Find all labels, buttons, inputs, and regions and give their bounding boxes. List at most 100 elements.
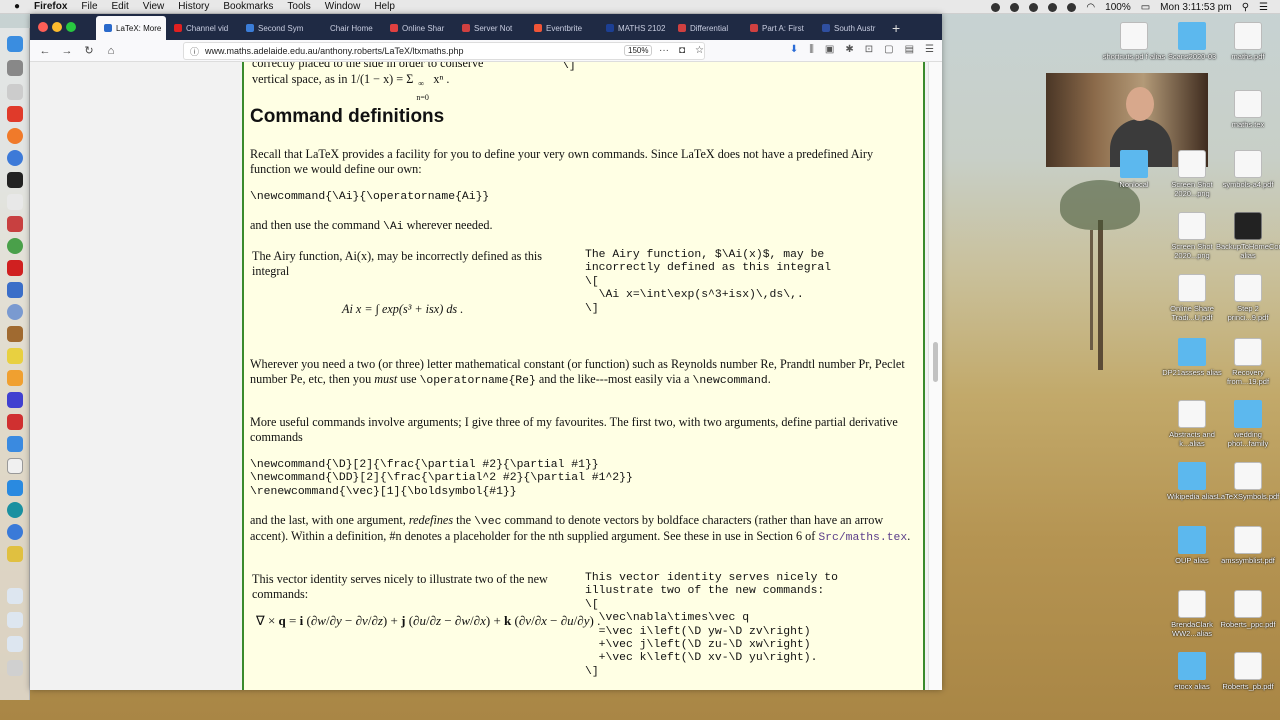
browser-tab[interactable]: Channel vid (166, 16, 238, 40)
tray-app-icon[interactable] (1067, 2, 1077, 12)
apple-icon[interactable]: ● (14, 1, 20, 12)
desktop-file-icon[interactable]: Screen Shot 2020...png (1160, 150, 1224, 198)
browser-tab[interactable]: Chair Home (310, 16, 382, 40)
trash-icon[interactable] (7, 660, 23, 676)
desktop-file-icon[interactable]: OUP alias (1160, 526, 1224, 565)
terminal-dock-icon[interactable] (7, 172, 23, 188)
menu-window[interactable]: Window (325, 1, 361, 12)
browser-tab[interactable]: Second Sym (238, 16, 310, 40)
home-button[interactable]: ⌂ (100, 45, 122, 57)
app-icon[interactable] (7, 392, 23, 408)
desktop-file-icon[interactable]: etocx alias (1160, 652, 1224, 691)
desktop-file-icon[interactable]: Scans2020-03 (1160, 22, 1224, 61)
bookmark-star-icon[interactable]: ☆ (695, 45, 704, 56)
app-icon[interactable] (7, 588, 23, 604)
maths-tex-link[interactable]: Src/maths.tex (818, 532, 907, 544)
extension-icon[interactable]: ✱ (845, 44, 853, 55)
desktop-file-icon[interactable]: maths.pdf (1216, 22, 1280, 61)
app-icon[interactable] (7, 348, 23, 364)
browser-tab[interactable]: Server Not (454, 16, 526, 40)
desktop-file-icon[interactable]: maths.tex (1216, 90, 1280, 129)
desktop-file-icon[interactable]: wedding phot...family (1216, 400, 1280, 448)
control-center-icon[interactable]: ☰ (1259, 2, 1268, 13)
menubar-clock[interactable]: Mon 3:11:53 pm (1160, 2, 1232, 13)
tray-app-icon[interactable] (1010, 2, 1020, 12)
browser-tab[interactable]: Online Shar (382, 16, 454, 40)
wifi-icon[interactable]: ◠ (1086, 2, 1095, 13)
desktop-file-icon[interactable]: LaTeXSymbols.pdf (1216, 462, 1280, 501)
app-icon[interactable] (7, 458, 23, 474)
app-icon[interactable] (7, 326, 23, 342)
page-viewport[interactable]: correctly placed to the side in order to… (30, 62, 942, 690)
browser-tab[interactable]: Differential (670, 16, 742, 40)
finder-icon[interactable] (7, 36, 23, 52)
app-icon[interactable] (7, 260, 23, 276)
desktop-file-icon[interactable]: Wikipedia alias (1160, 462, 1224, 501)
menu-bookmarks[interactable]: Bookmarks (223, 1, 273, 12)
browser-tab[interactable]: LaTeX: More✕ (96, 16, 166, 40)
app-icon[interactable] (7, 106, 23, 122)
menu-help[interactable]: Help (374, 1, 395, 12)
menu-tools[interactable]: Tools (287, 1, 310, 12)
desktop-file-icon[interactable]: Recovery from...19.pdf (1216, 338, 1280, 386)
desktop-file-icon[interactable]: Screen Shot 2020...png (1160, 212, 1224, 260)
desktop-file-icon[interactable]: amssymblist.pdf (1216, 526, 1280, 565)
window-zoom-button[interactable] (66, 22, 76, 32)
skype-dock-icon[interactable] (7, 436, 23, 452)
desktop-file-icon[interactable]: Roberts_pb.pdf (1216, 652, 1280, 691)
menu-edit[interactable]: Edit (112, 1, 129, 12)
app-icon[interactable] (7, 216, 23, 232)
menu-app-firefox[interactable]: Firefox (34, 1, 67, 12)
reload-button[interactable]: ↻ (78, 44, 100, 57)
desktop-file-icon[interactable]: Roberts_ppc.pdf (1216, 590, 1280, 629)
app-icon[interactable] (7, 502, 23, 518)
zoom-dock-icon[interactable] (7, 480, 23, 496)
app-menu-icon[interactable]: ☰ (925, 44, 934, 55)
scrollbar-thumb[interactable] (933, 342, 938, 382)
calendar-dock-icon[interactable] (7, 194, 23, 210)
app-icon[interactable] (7, 414, 23, 430)
url-text[interactable]: www.maths.adelaide.edu.au/anthony.robert… (205, 46, 464, 56)
downloads-icon[interactable]: ⬇ (790, 44, 798, 55)
desktop-file-icon[interactable]: BackupToHomeCommand alias (1216, 212, 1280, 260)
downloads-dock-icon[interactable] (7, 636, 23, 652)
pocket-icon[interactable]: ◘ (679, 45, 685, 56)
extension-icon[interactable]: ▤ (905, 44, 914, 55)
firefox-dock-icon[interactable] (7, 128, 23, 144)
menu-view[interactable]: View (143, 1, 165, 12)
desktop-file-icon[interactable]: Nonlocal (1102, 150, 1166, 189)
browser-tab[interactable]: Eventbrite (526, 16, 598, 40)
tray-app-icon[interactable] (991, 2, 1001, 12)
tray-app-icon[interactable] (1048, 2, 1058, 12)
zoom-level-badge[interactable]: 150% (624, 45, 653, 56)
tex-dock-icon[interactable] (7, 304, 23, 320)
url-bar[interactable]: ⓘ www.maths.adelaide.edu.au/anthony.robe… (183, 42, 705, 60)
window-minimize-button[interactable] (52, 22, 62, 32)
site-info-icon[interactable]: ⓘ (190, 45, 199, 58)
battery-percent[interactable]: 100% (1105, 2, 1131, 13)
chrome-dock-icon[interactable] (7, 150, 23, 166)
browser-tab[interactable]: Part A: First (742, 16, 814, 40)
desktop-file-icon[interactable]: Abstracts and k...alias (1160, 400, 1224, 448)
desktop-file-icon[interactable]: symbols-a4.pdf (1216, 150, 1280, 189)
browser-tab[interactable]: MATHS 2102 (598, 16, 670, 40)
desktop-file-icon[interactable]: Online Share Tradi...U.pdf (1160, 274, 1224, 322)
extension-icon[interactable]: ▢ (884, 44, 893, 55)
desktop-file-icon[interactable]: shortcuts.pd f alias (1102, 22, 1166, 61)
vertical-scrollbar[interactable] (928, 62, 942, 690)
app-icon[interactable] (7, 84, 23, 100)
app-icon[interactable] (7, 546, 23, 562)
app-icon[interactable] (7, 238, 23, 254)
forward-button[interactable]: → (56, 45, 78, 57)
sidebar-icon[interactable]: ▣ (825, 44, 834, 55)
desktop-file-icon[interactable]: Step 2 princi...9.pdf (1216, 274, 1280, 322)
back-button[interactable]: ← (34, 45, 56, 57)
tray-app-icon[interactable] (1029, 2, 1039, 12)
app-icon[interactable] (7, 282, 23, 298)
menu-file[interactable]: File (81, 1, 97, 12)
window-close-button[interactable] (38, 22, 48, 32)
desktop-file-icon[interactable]: DP21assess alias (1160, 338, 1224, 377)
battery-icon[interactable]: ▭ (1141, 2, 1150, 13)
app-icon[interactable] (7, 612, 23, 628)
spotlight-search-icon[interactable]: ⚲ (1242, 2, 1249, 13)
